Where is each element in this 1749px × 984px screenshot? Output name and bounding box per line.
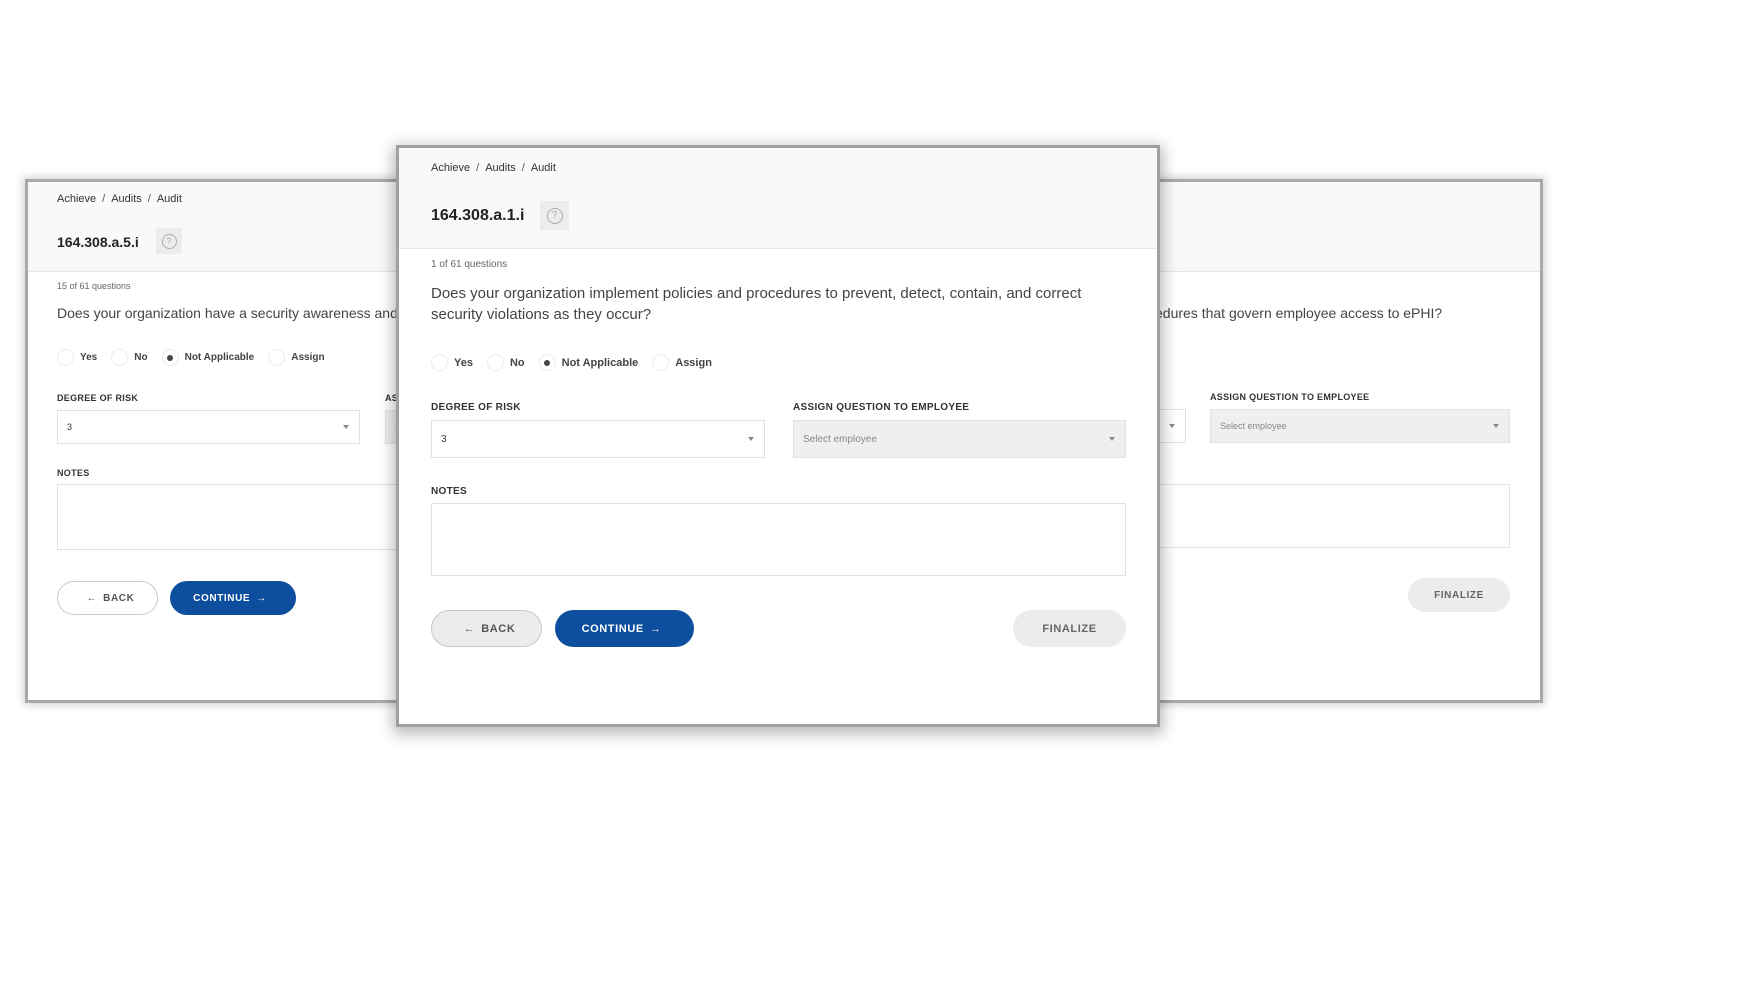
radio-circle[interactable] [111,349,129,366]
arrow-left-icon: ← [463,622,476,635]
breadcrumb-separator: / [102,193,106,205]
chevron-down-icon [1493,424,1499,428]
option-no[interactable]: No [486,354,525,371]
assign-employee-placeholder: Select employee [803,433,877,445]
chevron-down-icon [343,425,349,429]
finalize-button[interactable]: FINALIZE [1408,578,1510,612]
back-button[interactable]: ← BACK [57,581,158,615]
degree-of-risk-value: 3 [67,422,73,432]
chevron-down-icon [1109,437,1115,441]
option-assign[interactable]: Assign [268,349,325,366]
radio-circle[interactable] [268,349,286,366]
breadcrumb-achieve[interactable]: Achieve [431,162,470,174]
breadcrumb-audit: Audit [530,162,556,174]
question-circle-icon: ? [546,207,563,224]
notes-textarea[interactable] [431,503,1126,576]
option-no[interactable]: No [111,349,148,366]
audit-panel-right: edures that govern employee access to eP… [1140,182,1540,700]
radio-circle[interactable] [486,354,504,371]
breadcrumb-separator: / [476,162,480,174]
assign-question-label: ASSIGN QUESTION TO EMPLOYEE [793,402,970,413]
question-code: 164.308.a.1.i [431,207,525,224]
option-not-applicable[interactable]: Not Applicable [538,354,638,371]
option-assign[interactable]: Assign [652,354,712,371]
arrow-left-icon: ← [86,592,98,604]
degree-of-risk-label: DEGREE OF RISK [57,393,139,403]
radio-circle[interactable] [57,349,74,366]
breadcrumb: Achieve / Audits / Audit [57,193,182,205]
assign-employee-select[interactable]: Select employee [1210,409,1510,443]
chevron-down-icon [748,437,754,441]
question-text: Does your organization have a security a… [57,305,411,321]
question-text-partial: edures that govern employee access to eP… [1155,305,1443,321]
option-yes[interactable]: Yes [57,349,97,366]
question-circle-icon: ? [161,233,177,249]
notes-textarea[interactable] [1140,484,1510,548]
radio-circle-selected[interactable] [161,349,179,366]
breadcrumb: Achieve / Audits / Audit [431,162,556,174]
breadcrumb-audits[interactable]: Audits [111,193,142,205]
degree-of-risk-value: 3 [441,433,447,445]
audit-panel-left: Achieve / Audits / Audit 164.308.a.5.i ? 15 … [28,182,428,700]
question-count: 1 of 61 questions [431,259,508,270]
arrow-right-icon: → [256,592,267,604]
radio-circle[interactable] [431,354,448,371]
finalize-button[interactable]: FINALIZE [1013,610,1126,647]
radio-circle-selected[interactable] [538,354,556,371]
option-yes[interactable]: Yes [431,354,473,371]
back-button[interactable]: ← BACK [431,610,542,647]
panel-header [1140,182,1540,272]
continue-button[interactable]: CONTINUE → [170,581,296,615]
breadcrumb-separator: / [147,193,151,205]
assign-label-partial: AS [385,393,399,403]
assign-question-label: ASSIGN QUESTION TO EMPLOYEE [1210,392,1370,402]
notes-textarea[interactable] [57,484,428,550]
breadcrumb-audits[interactable]: Audits [485,162,516,174]
question-text: Does your organization implement policie… [431,285,1082,323]
assign-employee-placeholder: Select employee [1220,421,1287,431]
breadcrumb-separator: / [521,162,525,174]
continue-button[interactable]: CONTINUE → [555,610,694,647]
degree-of-risk-select[interactable]: 3 [57,410,360,444]
help-button[interactable]: ? [540,201,569,230]
question-code: 164.308.a.5.i [57,234,139,250]
arrow-right-icon: → [649,622,662,635]
breadcrumb-audit: Audit [156,193,182,205]
chevron-down-icon [1169,424,1175,428]
notes-label: NOTES [57,468,90,478]
degree-of-risk-select[interactable]: 3 [431,420,765,458]
answer-options: Yes No Not Applicable Assign [431,354,726,371]
radio-circle[interactable] [652,354,670,371]
degree-of-risk-label: DEGREE OF RISK [431,402,521,413]
notes-label: NOTES [431,486,467,497]
option-not-applicable[interactable]: Not Applicable [161,349,254,366]
answer-options: Yes No Not Applicable Assign [57,349,339,366]
assign-employee-select[interactable]: Select employee [793,420,1126,458]
question-count: 15 of 61 questions [57,281,131,291]
audit-panel-center: Achieve / Audits / Audit 164.308.a.1.i ? 1 o… [399,148,1157,724]
help-button[interactable]: ? [156,228,182,254]
breadcrumb-achieve[interactable]: Achieve [57,193,96,205]
